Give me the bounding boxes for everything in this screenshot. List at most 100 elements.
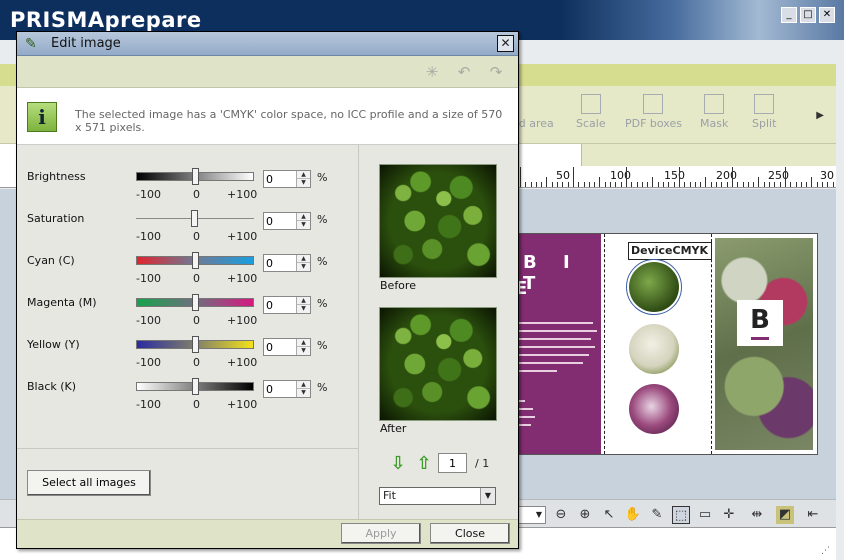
saturation-input[interactable] [266, 214, 296, 228]
mask-icon [704, 94, 725, 114]
resize-grip-icon[interactable]: ⋰ [821, 546, 830, 556]
chevron-down-icon[interactable]: ▼ [480, 488, 495, 504]
saturation-slider[interactable] [136, 210, 254, 227]
magenta-thumb[interactable] [192, 294, 199, 311]
cyan-input[interactable] [266, 256, 296, 270]
text-line [517, 416, 535, 418]
cyan-thumb[interactable] [192, 252, 199, 269]
cauliflower-image[interactable] [629, 324, 679, 374]
ruler-tick [833, 182, 834, 187]
brightness-thumb[interactable] [192, 168, 199, 185]
spin-up-icon[interactable]: ▲ [297, 171, 310, 179]
maximize-button[interactable]: □ [800, 7, 816, 23]
page-spread[interactable]: B I T E DeviceCMYK B [510, 233, 818, 455]
mirror-icon[interactable]: ⇹ [748, 506, 766, 524]
yellow-thumb[interactable] [192, 336, 199, 353]
spin-buttons: ▲ ▼ [296, 171, 310, 187]
brightness-control: Brightness -100 0 +100 ▲ ▼ % [17, 168, 357, 212]
magenta-spinbox: ▲ ▼ [263, 296, 311, 314]
spin-down-icon[interactable]: ▼ [297, 347, 310, 355]
ruler-tick [790, 182, 791, 187]
close-app-button[interactable]: ✕ [819, 7, 835, 23]
ruler-tick [674, 182, 675, 187]
spin-down-icon[interactable]: ▼ [297, 389, 310, 397]
ruler-tick [621, 182, 622, 187]
cyan-label: Cyan (C) [27, 254, 75, 267]
crosshair-icon[interactable]: ✛ [720, 506, 738, 524]
image-index-input[interactable] [438, 453, 467, 473]
broccoli-image[interactable] [626, 259, 682, 315]
ruler-tick [822, 182, 823, 187]
magenta-label: Magenta (M) [27, 296, 97, 309]
cabbage-image[interactable] [629, 384, 679, 434]
eyedropper-icon[interactable]: ✎ [648, 506, 666, 524]
yellow-control: Yellow (Y) -100 0 +100 ▲ ▼ % [17, 336, 357, 380]
spin-down-icon[interactable]: ▼ [297, 179, 310, 187]
next-image-arrow-down-icon[interactable]: ⇩ [389, 454, 407, 474]
saturation-thumb[interactable] [191, 210, 198, 227]
first-page-icon[interactable]: ⇤ [804, 506, 822, 524]
reset-icon[interactable]: ✳ [422, 63, 442, 81]
apply-button[interactable]: Apply [341, 523, 421, 544]
yellow-label: Yellow (Y) [27, 338, 80, 351]
toolbar-split[interactable]: Split [752, 94, 776, 130]
percent-unit: % [317, 297, 328, 310]
black-input[interactable] [266, 382, 296, 396]
spin-down-icon[interactable]: ▼ [297, 305, 310, 313]
ruler-tick [748, 182, 749, 187]
spin-down-icon[interactable]: ▼ [297, 221, 310, 229]
dialog-close-button[interactable]: ✕ [497, 35, 514, 52]
yellow-input[interactable] [266, 340, 296, 354]
ruler-tick [599, 177, 600, 187]
spin-up-icon[interactable]: ▲ [297, 255, 310, 263]
toolbar-mask[interactable]: Mask [700, 94, 728, 130]
previous-image-arrow-up-icon[interactable]: ⇧ [415, 454, 433, 474]
toolbar-pdf-boxes[interactable]: PDF boxes [625, 94, 682, 130]
undo-icon[interactable]: ↶ [454, 63, 474, 81]
zoom-in-icon[interactable]: ⊕ [576, 506, 594, 524]
hand-icon[interactable]: ✋ [624, 506, 642, 524]
ruler-tick [780, 182, 781, 187]
zoom-out-icon[interactable]: ⊖ [552, 506, 570, 524]
magenta-slider[interactable] [136, 294, 254, 311]
close-button[interactable]: Close [430, 523, 510, 544]
scale-max: +100 [227, 188, 258, 201]
cyan-slider[interactable] [136, 252, 254, 269]
fold-line [604, 234, 605, 454]
pointer-icon[interactable]: ↖ [600, 506, 618, 524]
edit-image-icon: ✎ [25, 36, 37, 52]
marquee-icon[interactable]: ▭ [696, 506, 714, 524]
toolbar-more-icon[interactable]: ▶ [816, 110, 824, 121]
preview-zoom-select[interactable]: Fit ▼ [379, 487, 496, 505]
fold-line [711, 234, 712, 454]
brightness-input[interactable] [266, 172, 296, 186]
purple-page-panel: B I T E [511, 234, 601, 454]
yellow-slider[interactable] [136, 336, 254, 353]
spin-up-icon[interactable]: ▲ [297, 297, 310, 305]
image-total: / 1 [475, 457, 490, 470]
scale-icon [580, 94, 601, 114]
saturation-label: Saturation [27, 212, 85, 225]
spin-up-icon[interactable]: ▲ [297, 339, 310, 347]
brightness-slider[interactable] [136, 168, 254, 185]
black-slider[interactable] [136, 378, 254, 395]
spin-down-icon[interactable]: ▼ [297, 263, 310, 271]
divider [358, 145, 359, 519]
black-label: Black (K) [27, 380, 77, 393]
magenta-input[interactable] [266, 298, 296, 312]
spin-up-icon[interactable]: ▲ [297, 381, 310, 389]
redo-icon[interactable]: ↷ [486, 63, 506, 81]
text-line [517, 362, 583, 364]
dialog-title-bar[interactable]: ✎ Edit image ✕ [17, 32, 518, 56]
minimize-button[interactable]: _ [781, 7, 797, 23]
ruler-label: 50 [556, 169, 570, 182]
select-object-icon[interactable]: ⬚ [672, 506, 690, 524]
ruler-tick [716, 182, 717, 187]
black-thumb[interactable] [192, 378, 199, 395]
color-swatch-icon[interactable]: ◩ [776, 506, 794, 524]
select-all-images-button[interactable]: Select all images [27, 470, 151, 496]
spin-up-icon[interactable]: ▲ [297, 213, 310, 221]
pdf-boxes-icon [643, 94, 664, 114]
toolbar-scale[interactable]: Scale [576, 94, 606, 130]
before-preview [379, 164, 497, 278]
